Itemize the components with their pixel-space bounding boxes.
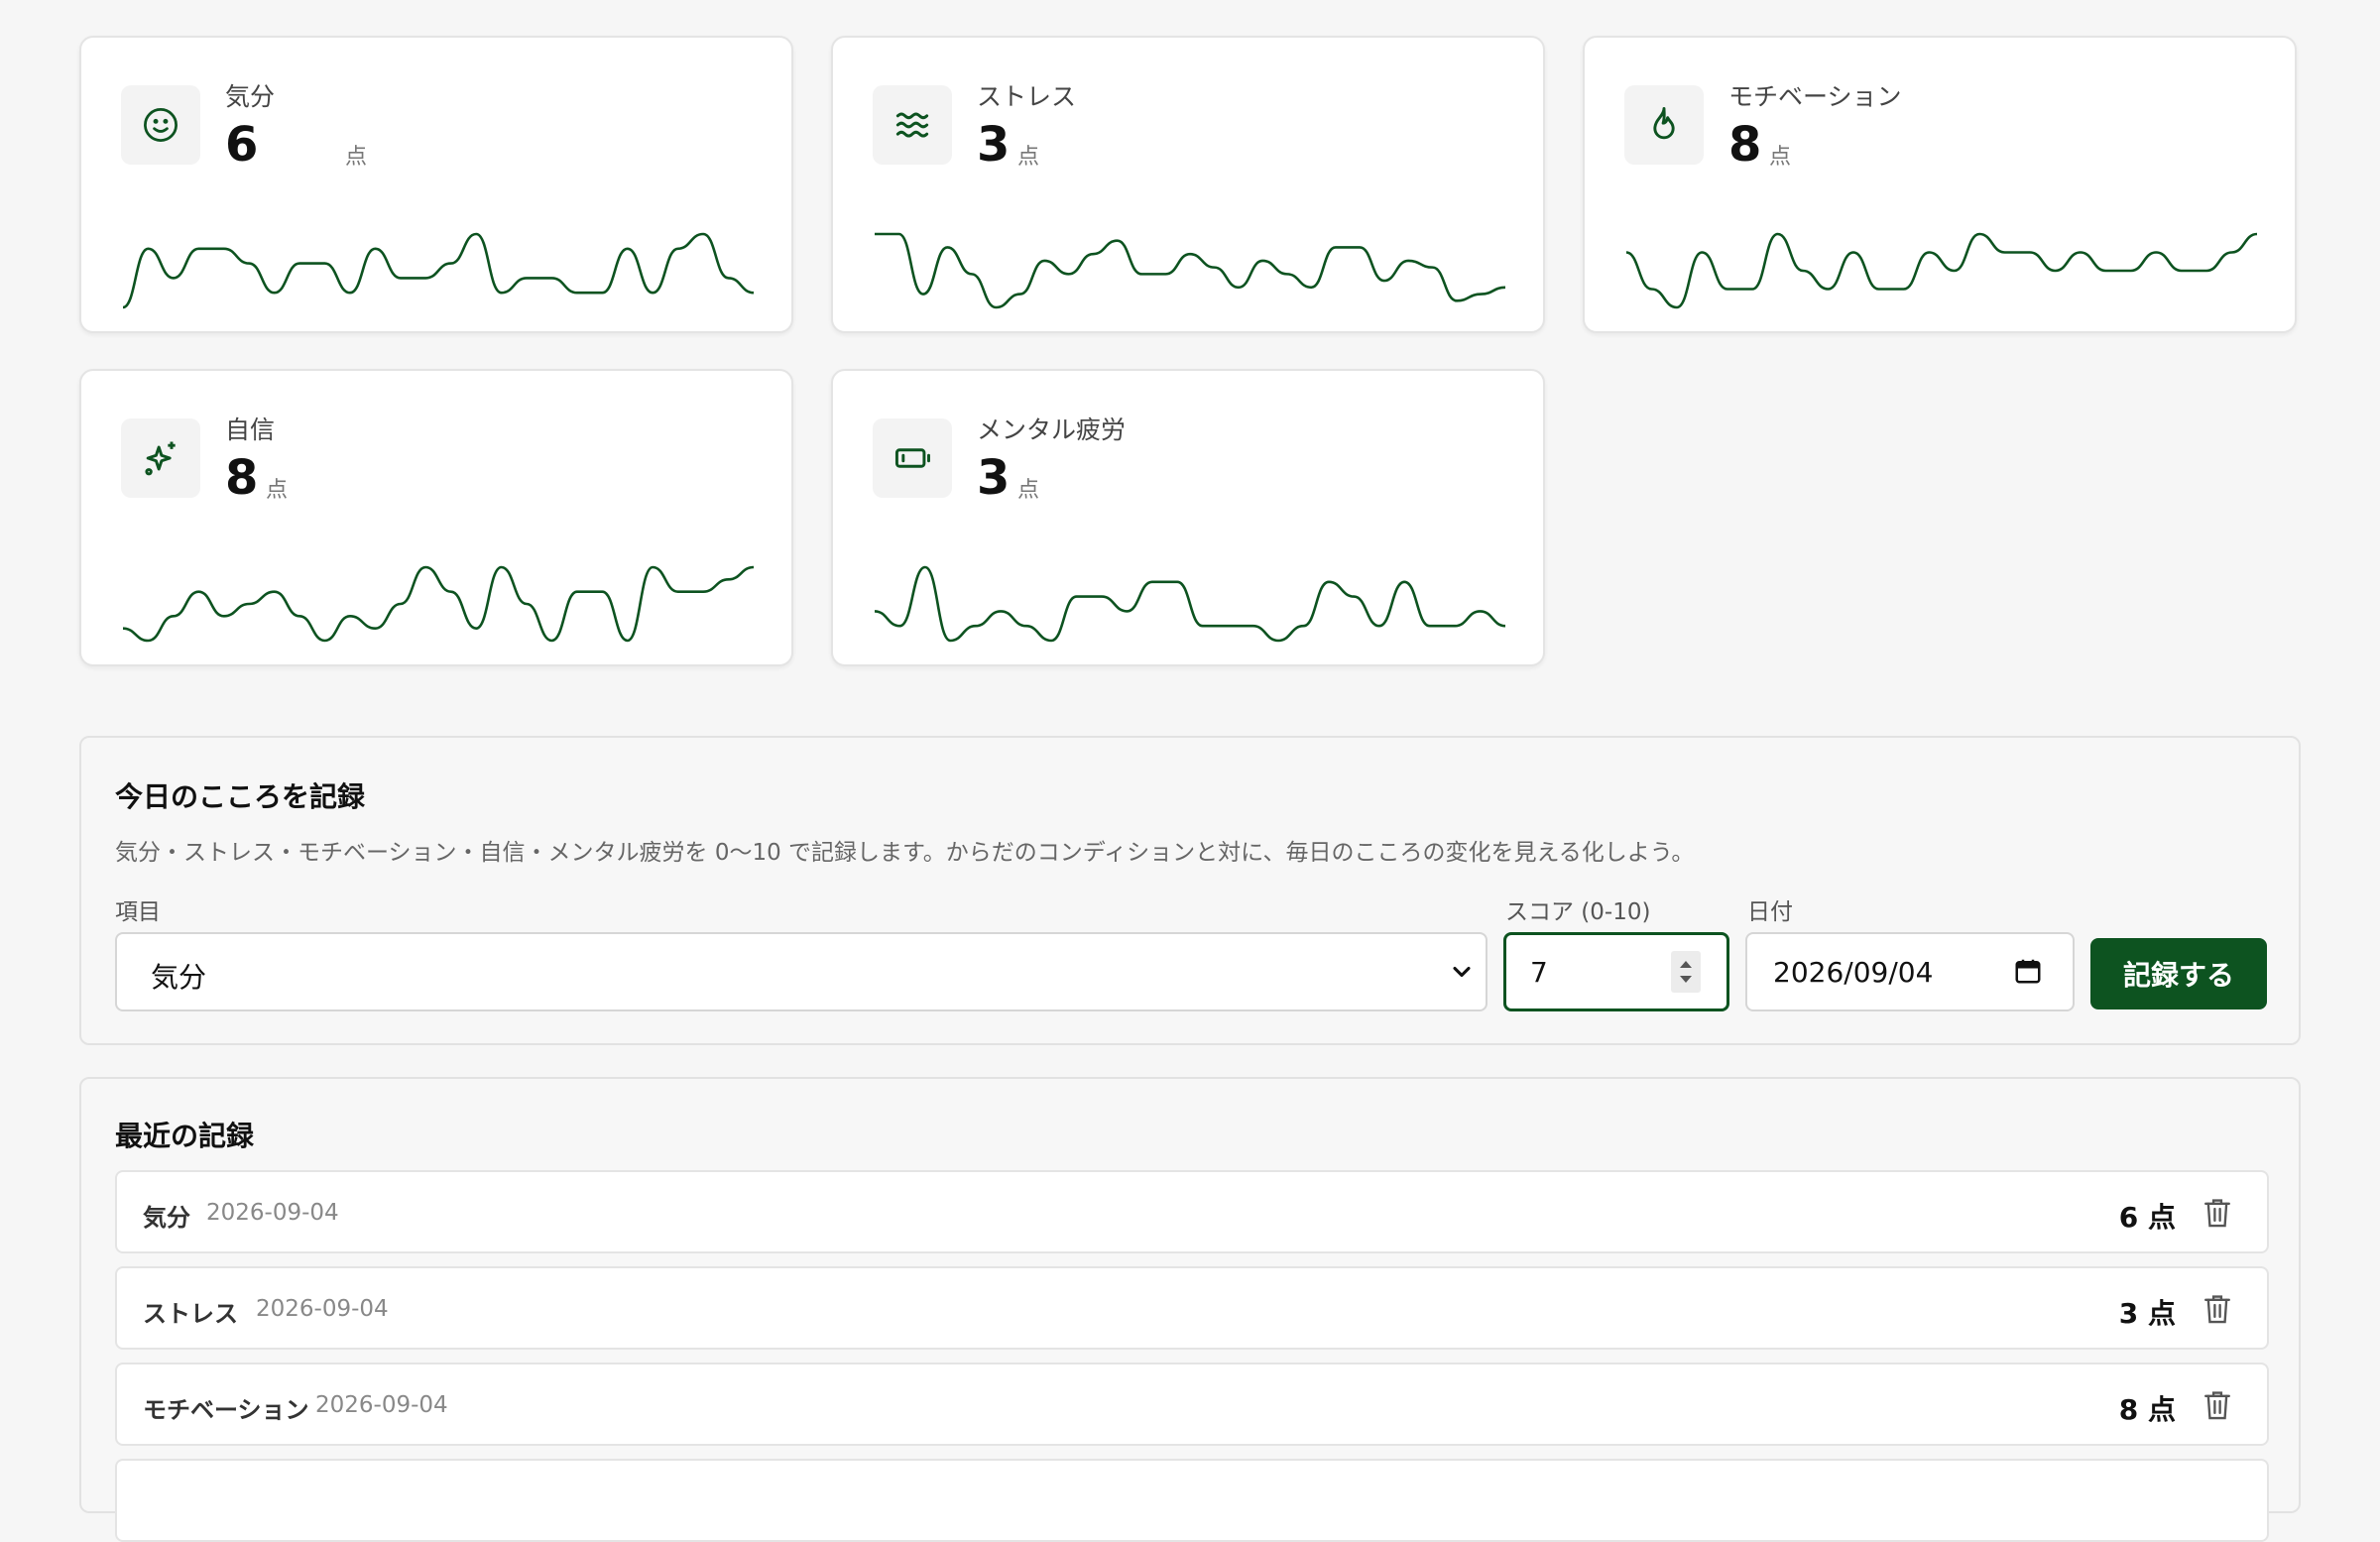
trash-icon[interactable] — [2202, 1388, 2233, 1422]
metric-card-motivation: モチベーション 8 点 — [1583, 36, 2297, 333]
date-field-label: 日付 — [1747, 899, 1793, 925]
sparkline-series-line — [875, 232, 1505, 309]
metric-value: 6 — [225, 117, 259, 173]
sparkline-chart — [1626, 232, 2257, 309]
metric-value: 8 — [1728, 117, 1762, 173]
form-title: 今日のこころを記録 — [115, 780, 366, 813]
metric-unit: 点 — [345, 145, 368, 170]
metric-value: 3 — [977, 450, 1011, 506]
record-score: 3 点 — [2118, 1297, 2176, 1330]
metric-unit: 点 — [1017, 478, 1040, 503]
record-metric: 気分 — [143, 1204, 190, 1232]
score-input-value: 7 — [1530, 956, 1548, 989]
sparkline-series-line — [123, 565, 754, 643]
metric-card-stress: ストレス 3 点 — [831, 36, 1545, 333]
date-input-value: 2026/09/04 — [1773, 956, 1934, 989]
metric-value: 8 — [225, 450, 259, 506]
sparkline-series-line — [1626, 232, 2257, 309]
metric-card-mental-fatigue: メンタル疲労 3 点 — [831, 369, 1545, 666]
record-row — [115, 1459, 2269, 1542]
metric-card-mood: 気分 6 点 — [79, 36, 793, 333]
waves-icon — [873, 85, 952, 165]
record-form-panel: 今日のこころを記録 気分・ストレス・モチベーション・自信・メンタル疲労を 0〜1… — [79, 736, 2301, 1045]
record-row: 気分 2026-09-04 6 点 — [115, 1170, 2269, 1253]
sparkline-series-line — [875, 565, 1505, 643]
metric-label: モチベーション — [1728, 82, 1902, 111]
calendar-icon[interactable] — [2013, 956, 2043, 986]
sparkline-series-line — [123, 232, 754, 309]
record-row: モチベーション 2026-09-04 8 点 — [115, 1363, 2269, 1446]
metric-unit: 点 — [1017, 145, 1040, 170]
score-input[interactable]: 7 — [1503, 932, 1729, 1011]
metric-card-confidence: 自信 8 点 — [79, 369, 793, 666]
record-row: ストレス 2026-09-04 3 点 — [115, 1266, 2269, 1350]
flame-icon — [1624, 85, 1704, 165]
submit-record-button[interactable]: 記録する — [2090, 938, 2267, 1009]
chevron-down-icon — [1453, 966, 1471, 978]
smile-icon — [121, 85, 200, 165]
record-score: 6 点 — [2118, 1201, 2176, 1234]
sparkline-chart — [875, 565, 1505, 643]
record-date: 2026-09-04 — [206, 1200, 339, 1226]
form-description: 気分・ストレス・モチベーション・自信・メンタル疲労を 0〜10 で記録します。か… — [115, 840, 1695, 866]
date-input[interactable]: 2026/09/04 — [1745, 932, 2075, 1011]
item-field-label: 項目 — [115, 899, 161, 925]
score-field-label: スコア (0-10) — [1505, 899, 1651, 925]
trash-icon[interactable] — [2202, 1292, 2233, 1326]
metric-label: 自信 — [225, 415, 276, 444]
record-score: 8 点 — [2118, 1393, 2176, 1426]
metric-value: 3 — [977, 117, 1011, 173]
metric-label: 気分 — [225, 82, 276, 111]
trash-icon[interactable] — [2202, 1196, 2233, 1230]
metric-unit: 点 — [1769, 145, 1792, 170]
metric-label: ストレス — [977, 82, 1077, 111]
item-select-value: 気分 — [151, 961, 207, 994]
recent-records-panel: 最近の記録 気分 2026-09-04 6 点 ストレス 2026-09-04 … — [79, 1077, 2301, 1542]
sparkles-icon — [121, 418, 200, 498]
record-date: 2026-09-04 — [256, 1296, 389, 1322]
battery-low-icon — [873, 418, 952, 498]
record-date: 2026-09-04 — [315, 1392, 448, 1418]
record-metric: ストレス — [143, 1300, 238, 1328]
recent-title: 最近の記録 — [115, 1120, 255, 1152]
metric-unit: 点 — [266, 478, 289, 503]
item-select[interactable]: 気分 — [115, 932, 1488, 1011]
sparkline-chart — [123, 565, 754, 643]
metric-label: メンタル疲労 — [977, 415, 1127, 444]
stepper-arrows-icon[interactable] — [1671, 951, 1701, 993]
record-metric: モチベーション — [143, 1396, 309, 1424]
sparkline-chart — [123, 232, 754, 309]
sparkline-chart — [875, 232, 1505, 309]
